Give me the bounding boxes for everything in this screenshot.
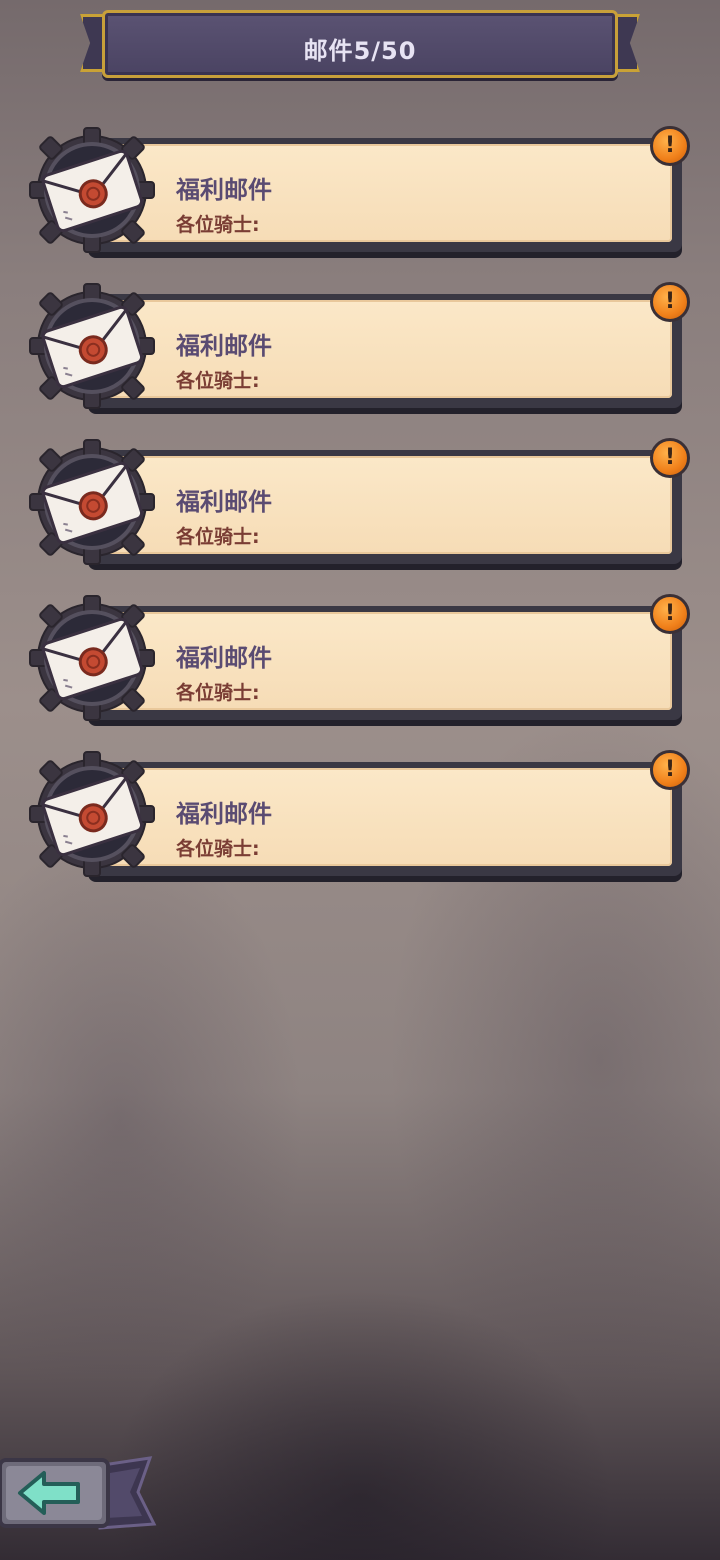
mail-item[interactable]: 福利邮件 各位骑士: ! <box>28 750 690 890</box>
mail-greeting: 各位骑士: <box>176 526 260 548</box>
page-title: 邮件5/50 <box>105 31 615 66</box>
unread-alert-badge: ! <box>650 126 690 166</box>
mail-greeting: 各位骑士: <box>176 214 260 236</box>
mail-title: 福利邮件 <box>176 488 272 516</box>
mail-count: 5/50 <box>353 37 417 65</box>
mail-preview-fade <box>176 238 516 244</box>
exclamation-icon: ! <box>664 133 676 158</box>
mail-preview-fade <box>176 862 516 868</box>
title-plate: 邮件5/50 <box>102 10 618 78</box>
exclamation-icon: ! <box>664 445 676 470</box>
unread-alert-badge: ! <box>650 282 690 322</box>
mail-greeting: 各位骑士: <box>176 838 260 860</box>
mail-item[interactable]: 福利邮件 各位骑士: ! <box>28 438 690 578</box>
mail-title: 福利邮件 <box>176 176 272 204</box>
mail-card[interactable]: 福利邮件 各位骑士: <box>88 294 682 408</box>
back-arrow-icon <box>0 1456 157 1530</box>
envelope-icon <box>29 595 155 721</box>
exclamation-icon: ! <box>664 289 676 314</box>
mail-item[interactable]: 福利邮件 各位骑士: ! <box>28 126 690 266</box>
back-button[interactable] <box>0 1452 160 1536</box>
mail-title: 福利邮件 <box>176 800 272 828</box>
mail-title: 福利邮件 <box>176 644 272 672</box>
mail-paper: 福利邮件 各位骑士: <box>94 768 672 866</box>
mail-title: 福利邮件 <box>176 332 272 360</box>
mail-greeting: 各位骑士: <box>176 682 260 704</box>
exclamation-icon: ! <box>664 601 676 626</box>
title-label: 邮件 <box>303 37 354 65</box>
envelope-icon <box>29 283 155 409</box>
mail-greeting: 各位骑士: <box>176 370 260 392</box>
mail-preview-fade <box>176 550 516 556</box>
mail-card[interactable]: 福利邮件 各位骑士: <box>88 762 682 876</box>
title-banner: 邮件5/50 <box>80 10 640 78</box>
unread-alert-badge: ! <box>650 594 690 634</box>
mail-preview-fade <box>176 706 516 712</box>
mail-paper: 福利邮件 各位骑士: <box>94 612 672 710</box>
mail-item[interactable]: 福利邮件 各位骑士: ! <box>28 594 690 734</box>
mail-paper: 福利邮件 各位骑士: <box>94 144 672 242</box>
envelope-icon <box>29 127 155 253</box>
unread-alert-badge: ! <box>650 750 690 790</box>
envelope-icon <box>29 751 155 877</box>
mail-card[interactable]: 福利邮件 各位骑士: <box>88 450 682 564</box>
mail-preview-fade <box>176 394 516 400</box>
mail-paper: 福利邮件 各位骑士: <box>94 456 672 554</box>
envelope-icon <box>29 439 155 565</box>
exclamation-icon: ! <box>664 757 676 782</box>
mail-card[interactable]: 福利邮件 各位骑士: <box>88 138 682 252</box>
mail-card[interactable]: 福利邮件 各位骑士: <box>88 606 682 720</box>
mail-item[interactable]: 福利邮件 各位骑士: ! <box>28 282 690 422</box>
unread-alert-badge: ! <box>650 438 690 478</box>
mail-paper: 福利邮件 各位骑士: <box>94 300 672 398</box>
